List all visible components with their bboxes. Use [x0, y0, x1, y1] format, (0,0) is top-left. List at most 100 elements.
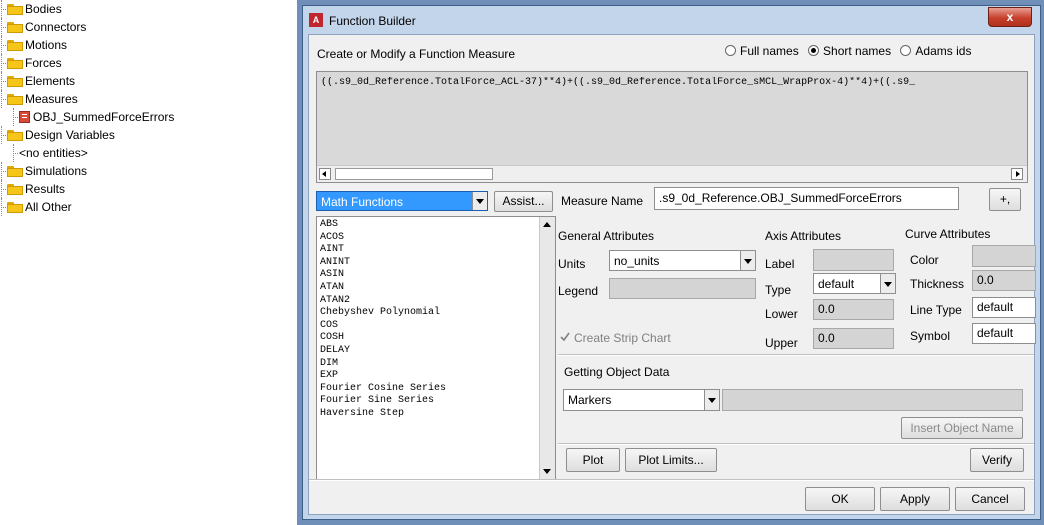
axis-label-field[interactable] — [813, 249, 894, 271]
folder-icon — [7, 3, 23, 15]
radio-adams-ids[interactable]: Adams ids — [900, 44, 971, 58]
tree-item-label: Design Variables — [25, 128, 115, 142]
units-value: no_units — [614, 254, 660, 268]
function-item[interactable]: ATAN — [317, 282, 555, 295]
units-select[interactable]: no_units — [609, 250, 756, 271]
expression-editor[interactable]: ((.s9_0d_Reference.TotalForce_ACL-37)**4… — [316, 71, 1028, 183]
function-category-select[interactable]: Math Functions — [316, 191, 488, 211]
function-item[interactable]: COS — [317, 320, 555, 333]
object-name-field[interactable] — [722, 389, 1023, 411]
tree-item-obj-summed-force-errors[interactable]: OBJ_SummedForceErrors — [12, 108, 174, 126]
function-item[interactable]: Fourier Sine Series — [317, 395, 555, 408]
chevron-down-icon — [740, 251, 755, 270]
function-item[interactable]: Haversine Step — [317, 408, 555, 421]
plot-limits-button[interactable]: Plot Limits... — [625, 448, 717, 472]
title-bar[interactable]: A Function Builder x — [303, 6, 1040, 34]
horizontal-scrollbar[interactable] — [317, 165, 1027, 182]
tree-item-design-variables[interactable]: Design Variables — [0, 126, 115, 144]
checkmark-icon — [560, 331, 570, 342]
insert-plus-button[interactable]: +, — [989, 188, 1021, 211]
function-item[interactable]: ABS — [317, 219, 555, 232]
function-item[interactable]: ACOS — [317, 232, 555, 245]
ok-button[interactable]: OK — [805, 487, 875, 511]
units-label: Units — [558, 257, 586, 271]
tree-item-bodies[interactable]: Bodies — [0, 0, 62, 18]
tree-item-simulations[interactable]: Simulations — [0, 162, 87, 180]
cancel-button[interactable]: Cancel — [955, 487, 1025, 511]
apply-button[interactable]: Apply — [880, 487, 950, 511]
folder-icon — [7, 165, 23, 177]
model-browser-tree: Bodies Connectors Motions Forces Element… — [0, 0, 297, 525]
axis-type-select[interactable]: default — [813, 273, 896, 294]
section-divider — [558, 443, 1034, 445]
curve-linetype-field[interactable]: default — [972, 297, 1036, 318]
tree-connector — [12, 144, 19, 162]
tree-connector — [0, 0, 7, 18]
function-item[interactable]: DELAY — [317, 345, 555, 358]
curve-color-field[interactable] — [972, 245, 1036, 267]
expression-text: ((.s9_0d_Reference.TotalForce_ACL-37)**4… — [321, 77, 916, 88]
curve-linetype-label: Line Type — [910, 303, 962, 317]
assist-button[interactable]: Assist... — [494, 191, 553, 212]
tree-item-label: Connectors — [25, 20, 87, 34]
arrow-left-icon — [322, 171, 326, 177]
insert-object-name-button[interactable]: Insert Object Name — [901, 417, 1023, 439]
curve-thickness-field[interactable]: 0.0 — [972, 270, 1036, 291]
radio-short-names[interactable]: Short names — [808, 44, 891, 58]
legend-field[interactable] — [609, 278, 756, 299]
function-item[interactable]: COSH — [317, 332, 555, 345]
curve-color-label: Color — [910, 253, 939, 267]
tree-connector — [0, 198, 7, 216]
verify-button[interactable]: Verify — [970, 448, 1024, 472]
function-item[interactable]: Chebyshev Polynomial — [317, 307, 555, 320]
arrow-right-icon — [1016, 171, 1020, 177]
close-button[interactable]: x — [988, 7, 1032, 27]
function-measure-heading: Create or Modify a Function Measure — [317, 47, 516, 61]
tree-item-connectors[interactable]: Connectors — [0, 18, 86, 36]
general-attributes-heading: General Attributes — [558, 229, 655, 243]
tree-item-all-other[interactable]: All Other — [0, 198, 72, 216]
axis-upper-label: Upper — [765, 336, 798, 350]
category-value: Math Functions — [321, 195, 404, 209]
arrow-up-icon[interactable] — [543, 222, 551, 227]
folder-icon — [7, 183, 23, 195]
create-strip-chart-checkbox[interactable]: Create Strip Chart — [560, 331, 671, 345]
tree-item-label: Results — [25, 182, 66, 196]
scroll-right-button[interactable] — [1011, 168, 1023, 180]
measure-name-label: Measure Name — [561, 194, 644, 208]
axis-type-label: Type — [765, 283, 792, 297]
function-item[interactable]: Fourier Cosine Series — [317, 383, 555, 396]
function-item[interactable]: ASIN — [317, 269, 555, 282]
tree-item-forces[interactable]: Forces — [0, 54, 62, 72]
function-item[interactable]: DIM — [317, 358, 555, 371]
tree-item-motions[interactable]: Motions — [0, 36, 67, 54]
curve-attributes-heading: Curve Attributes — [905, 227, 991, 241]
chevron-down-icon — [880, 274, 895, 293]
plot-button[interactable]: Plot — [566, 448, 620, 472]
axis-upper-field[interactable]: 0.0 — [813, 328, 894, 349]
folder-icon — [7, 75, 23, 87]
function-list[interactable]: ABS ACOS AINT ANINT ASIN ATAN ATAN2 Cheb… — [316, 216, 556, 480]
measure-name-field[interactable]: .s9_0d_Reference.OBJ_SummedForceErrors — [654, 187, 959, 210]
chevron-down-icon — [704, 390, 719, 410]
vertical-scrollbar[interactable] — [539, 217, 555, 479]
scroll-left-button[interactable] — [319, 168, 331, 180]
legend-label: Legend — [558, 284, 599, 298]
object-type-select[interactable]: Markers — [563, 389, 720, 411]
curve-symbol-field[interactable]: default — [972, 323, 1036, 344]
function-item[interactable]: ANINT — [317, 257, 555, 270]
radio-button-icon — [900, 45, 912, 56]
function-builder-window: A Function Builder x Create or Modify a … — [297, 0, 1044, 525]
function-item[interactable]: EXP — [317, 370, 555, 383]
tree-item-elements[interactable]: Elements — [0, 72, 75, 90]
tree-connector — [0, 36, 7, 54]
arrow-down-icon[interactable] — [543, 469, 551, 474]
tree-item-results[interactable]: Results — [0, 180, 65, 198]
tree-item-measures[interactable]: Measures — [0, 90, 78, 108]
footer-divider — [309, 479, 1034, 481]
function-item[interactable]: ATAN2 — [317, 295, 555, 308]
axis-lower-field[interactable]: 0.0 — [813, 299, 894, 320]
function-item[interactable]: AINT — [317, 244, 555, 257]
radio-full-names[interactable]: Full names — [725, 44, 799, 58]
scrollbar-thumb[interactable] — [335, 168, 493, 180]
